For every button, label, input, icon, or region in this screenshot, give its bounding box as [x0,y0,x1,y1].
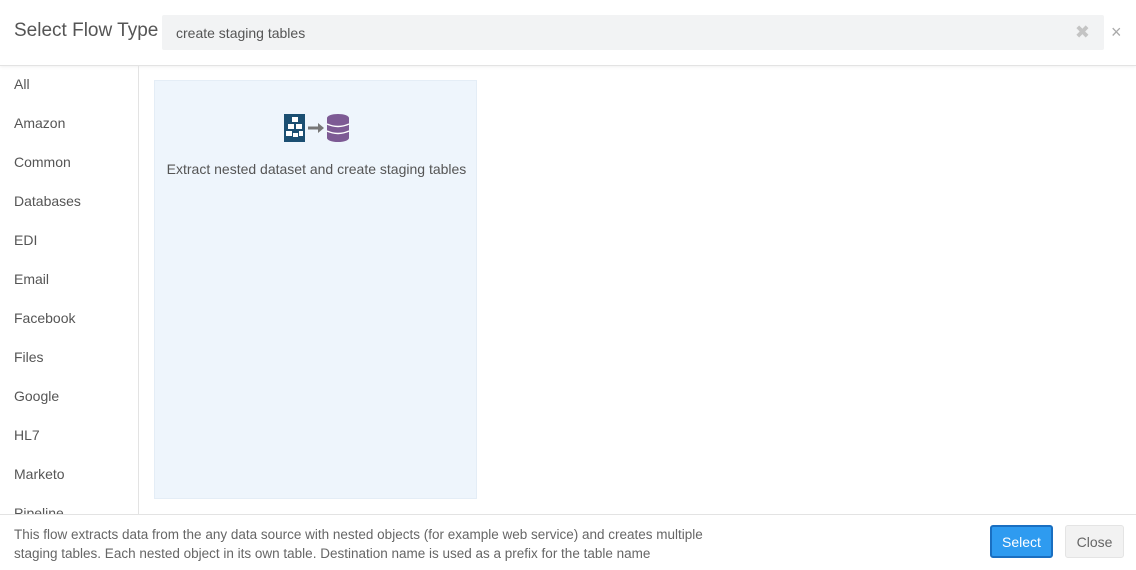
sidebar-item-files[interactable]: Files [14,349,44,365]
sidebar-item-pipeline[interactable]: Pipeline [14,505,64,514]
sidebar-item-marketo[interactable]: Marketo [14,466,65,482]
close-button[interactable]: Close [1065,525,1124,558]
search-box: ✖ [162,15,1104,50]
dialog-title: Select Flow Type [14,20,159,41]
sidebar-item-all[interactable]: All [14,76,30,92]
select-button[interactable]: Select [990,525,1053,558]
category-sidebar: All Amazon Common Databases EDI Email Fa… [0,66,139,514]
sidebar-item-edi[interactable]: EDI [14,232,37,248]
flow-description-line-2: staging tables. Each nested object in it… [14,546,651,561]
sidebar-item-amazon[interactable]: Amazon [14,115,65,131]
sidebar-item-hl7[interactable]: HL7 [14,427,40,443]
sidebar-item-email[interactable]: Email [14,271,49,287]
results-panel: Extract nested dataset and create stagin… [140,66,1136,514]
flow-type-card[interactable]: Extract nested dataset and create stagin… [154,80,477,499]
flow-description-line-1: This flow extracts data from the any dat… [14,527,703,542]
dialog-footer: This flow extracts data from the any dat… [0,514,1136,570]
sidebar-item-facebook[interactable]: Facebook [14,310,75,326]
sidebar-item-google[interactable]: Google [14,388,59,404]
flow-type-card-label: Extract nested dataset and create stagin… [166,161,467,177]
sidebar-item-common[interactable]: Common [14,154,71,170]
close-icon[interactable]: × [1111,21,1122,43]
nested-to-database-icon [284,114,350,142]
clear-icon[interactable]: ✖ [1075,22,1090,42]
sidebar-item-databases[interactable]: Databases [14,193,81,209]
flow-description: This flow extracts data from the any dat… [14,525,744,563]
dialog-header: Select Flow Type ✖ × [0,0,1136,66]
search-input[interactable] [176,15,1056,50]
